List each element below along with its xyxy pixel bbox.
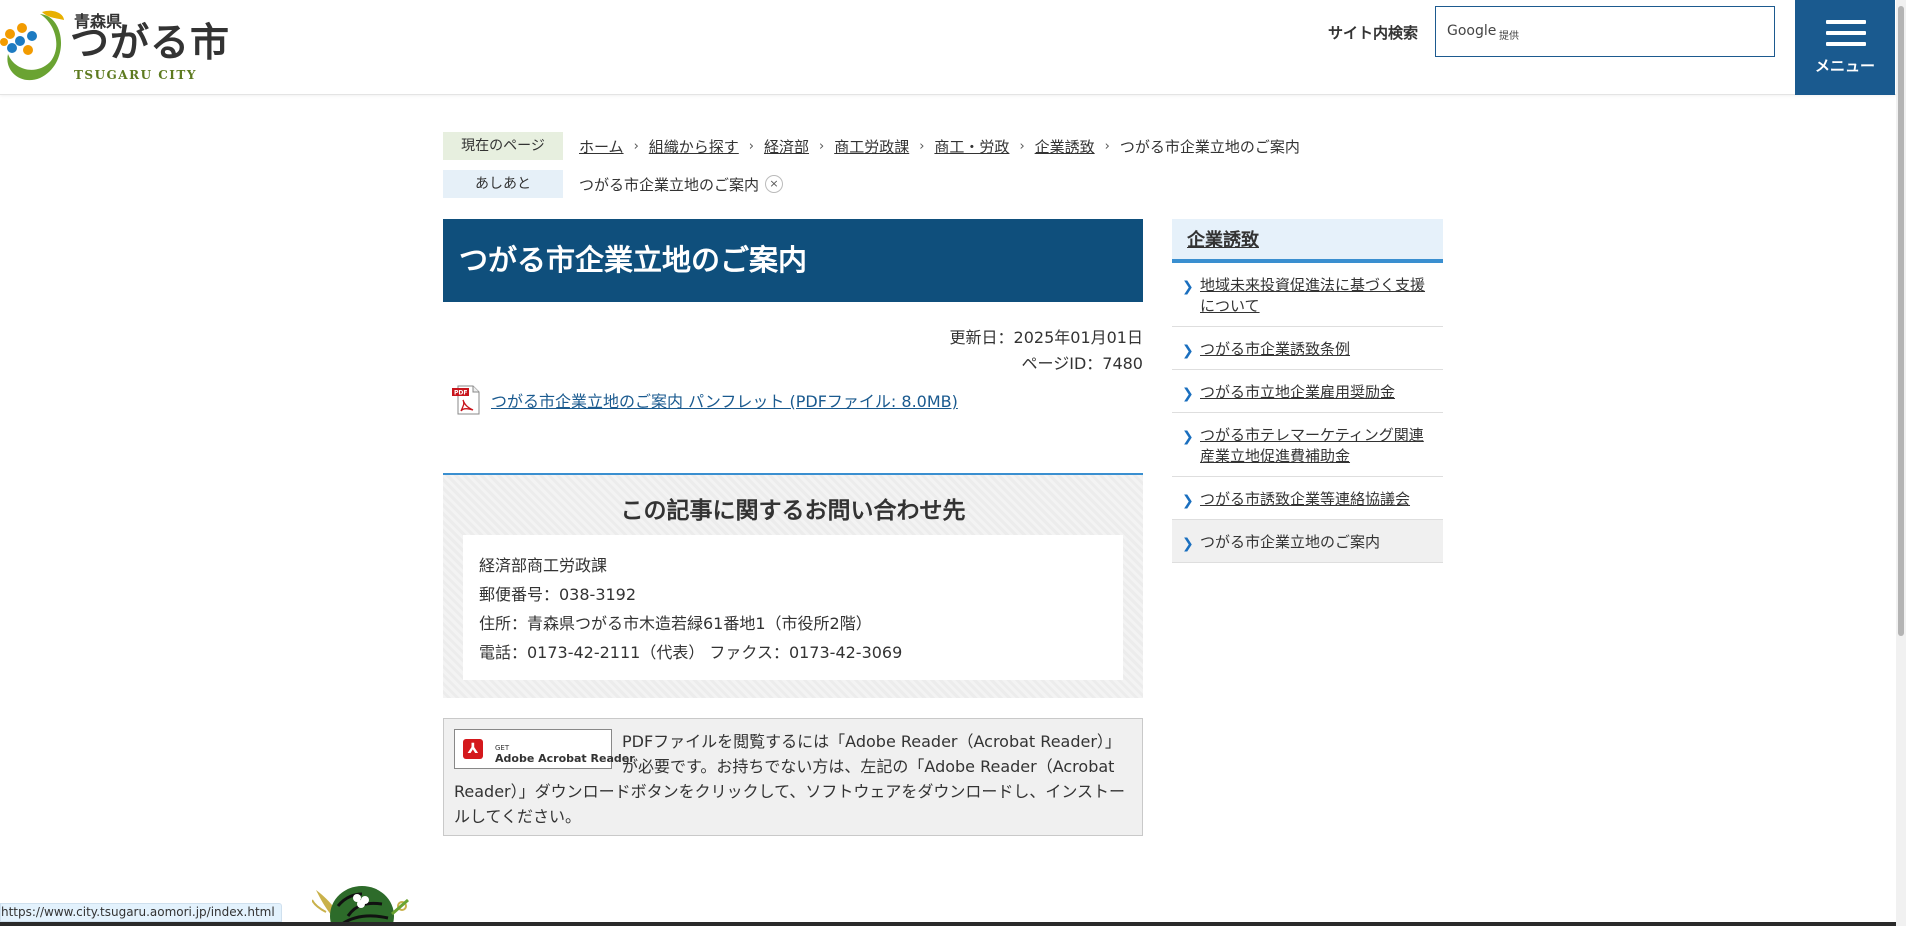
sidebar-item-label[interactable]: つがる市立地企業雇用奨励金 xyxy=(1200,383,1395,401)
sidebar-item-label: つがる市企業立地のご案内 xyxy=(1200,533,1381,551)
page-meta: 更新日：2025年01月01日 ページID：7480 xyxy=(443,325,1143,377)
contact-phone: 電話：0173-42-2111（代表） ファクス：0173-42-3069 xyxy=(479,643,903,662)
sidebar: 企業誘致 ❯ 地域未来投資促進法に基づく支援について ❯ つがる市企業誘致条例 … xyxy=(1172,219,1443,563)
contact-address: 住所：青森県つがる市木造若緑61番地1（市役所2階） xyxy=(479,614,872,633)
site-search-input[interactable] xyxy=(1526,15,1766,49)
footprint-remove-icon[interactable]: × xyxy=(765,175,784,193)
site-header: 青森県 つがる市 TSUGARU CITY サイト内検索 Google 提供 メ… xyxy=(0,0,1896,95)
chevron-right-icon: ❯ xyxy=(1182,386,1194,402)
adobe-reader-name: Adobe Acrobat Reader xyxy=(495,752,635,765)
provider-text: 提供 xyxy=(1499,31,1519,42)
menu-button[interactable]: メニュー xyxy=(1795,0,1895,95)
sidebar-item-telemarketing-subsidy[interactable]: ❯ つがる市テレマーケティング関連産業立地促進費補助金 xyxy=(1172,413,1443,477)
pdf-download: PDF つがる市企業立地のご案内 パンフレット (PDFファイル: 8.0MB) xyxy=(451,384,958,416)
sidebar-item-liaison-council[interactable]: ❯ つがる市誘致企業等連絡協議会 xyxy=(1172,477,1443,520)
site-search-label: サイト内検索 xyxy=(1328,24,1419,42)
bottom-border xyxy=(0,922,1896,926)
sidebar-item-label[interactable]: 地域未来投資促進法に基づく支援について xyxy=(1200,276,1425,315)
city-mascot-image xyxy=(312,886,409,926)
chevron-right-icon: ❯ xyxy=(1182,493,1194,509)
breadcrumb-link-organization[interactable]: 組織から探す xyxy=(649,136,739,157)
chevron-right-icon: › xyxy=(819,138,825,154)
contact-postal: 郵便番号：038-3192 xyxy=(479,585,637,604)
page-id: ページID：7480 xyxy=(1021,354,1143,373)
footprint-item[interactable]: つがる市企業立地のご案内 xyxy=(579,174,759,195)
pdf-file-icon: PDF xyxy=(452,385,480,415)
adobe-acrobat-icon: ⅄ xyxy=(463,739,483,759)
footprint-label: あしあと xyxy=(443,170,563,198)
contact-department: 経済部商工労政課 xyxy=(479,556,608,575)
google-text: Google xyxy=(1447,23,1497,39)
adobe-reader-download-button[interactable]: ⅄ GET Adobe Acrobat Reader xyxy=(454,729,635,769)
site-logo[interactable]: 青森県 つがる市 TSUGARU CITY xyxy=(0,4,240,84)
logo-english: TSUGARU CITY xyxy=(74,68,197,82)
breadcrumb-link-home[interactable]: ホーム xyxy=(579,136,624,157)
chevron-right-icon: ❯ xyxy=(1182,536,1194,552)
sidebar-item-employment-incentive[interactable]: ❯ つがる市立地企業雇用奨励金 xyxy=(1172,370,1443,413)
logo-city-name: つがる市 xyxy=(70,20,231,66)
chevron-right-icon: ❯ xyxy=(1182,343,1194,359)
sidebar-item-regional-future-investment[interactable]: ❯ 地域未来投資促進法に基づく支援について xyxy=(1172,263,1443,327)
breadcrumb-link-economy[interactable]: 経済部 xyxy=(764,136,809,157)
site-search-box[interactable]: Google 提供 xyxy=(1435,6,1775,57)
chevron-right-icon: › xyxy=(1019,138,1025,154)
breadcrumb: 現在のページ ホーム › 組織から探す › 経済部 › 商工労政課 › 商工・労… xyxy=(443,132,1300,160)
chevron-right-icon: › xyxy=(1104,138,1110,154)
chevron-right-icon: › xyxy=(633,138,639,154)
breadcrumb-label: 現在のページ xyxy=(443,132,563,160)
browser-status-bar: https://www.city.tsugaru.aomori.jp/index… xyxy=(0,903,282,922)
scrollbar-thumb[interactable] xyxy=(1898,6,1904,636)
sidebar-item-location-guide[interactable]: ❯ つがる市企業立地のご案内 xyxy=(1172,520,1443,563)
page-title: つがる市企業立地のご案内 xyxy=(443,219,1143,302)
chevron-right-icon: › xyxy=(919,138,925,154)
menu-label: メニュー xyxy=(1814,57,1875,75)
vertical-scrollbar[interactable] xyxy=(1896,0,1906,926)
sidebar-item-label[interactable]: つがる市誘致企業等連絡協議会 xyxy=(1200,490,1410,508)
svg-text:PDF: PDF xyxy=(454,390,467,397)
chevron-right-icon: › xyxy=(748,138,754,154)
sidebar-item-attraction-ordinance[interactable]: ❯ つがる市企業誘致条例 xyxy=(1172,327,1443,370)
updated-date: 更新日：2025年01月01日 xyxy=(949,328,1143,347)
sidebar-item-label[interactable]: つがる市企業誘致条例 xyxy=(1200,340,1350,358)
chevron-right-icon: ❯ xyxy=(1182,429,1194,445)
footprint-history: あしあと つがる市企業立地のご案内 × xyxy=(443,170,784,198)
contact-section: この記事に関するお問い合わせ先 経済部商工労政課 郵便番号：038-3192 住… xyxy=(443,473,1143,698)
sidebar-title-link[interactable]: 企業誘致 xyxy=(1187,230,1259,251)
tsugaru-logo-mark-icon xyxy=(0,10,64,81)
adobe-reader-notice: ⅄ GET Adobe Acrobat Reader PDFファイルを閲覧するに… xyxy=(443,718,1143,836)
contact-details: 経済部商工労政課 郵便番号：038-3192 住所：青森県つがる市木造若緑61番… xyxy=(463,535,1123,680)
sidebar-title: 企業誘致 xyxy=(1172,219,1443,263)
breadcrumb-link-business-attraction[interactable]: 企業誘致 xyxy=(1035,136,1095,157)
contact-heading: この記事に関するお問い合わせ先 xyxy=(620,498,966,524)
hamburger-icon xyxy=(1826,20,1866,46)
sidebar-item-label[interactable]: つがる市テレマーケティング関連産業立地促進費補助金 xyxy=(1200,426,1424,465)
pamphlet-pdf-link[interactable]: つがる市企業立地のご案内 パンフレット (PDFファイル: 8.0MB) xyxy=(491,388,958,412)
breadcrumb-link-commerce-labor-section[interactable]: 商工労政課 xyxy=(834,136,909,157)
chevron-right-icon: ❯ xyxy=(1182,279,1194,295)
breadcrumb-link-commerce-labor[interactable]: 商工・労政 xyxy=(934,136,1009,157)
breadcrumb-current: つがる市企業立地のご案内 xyxy=(1119,137,1300,156)
